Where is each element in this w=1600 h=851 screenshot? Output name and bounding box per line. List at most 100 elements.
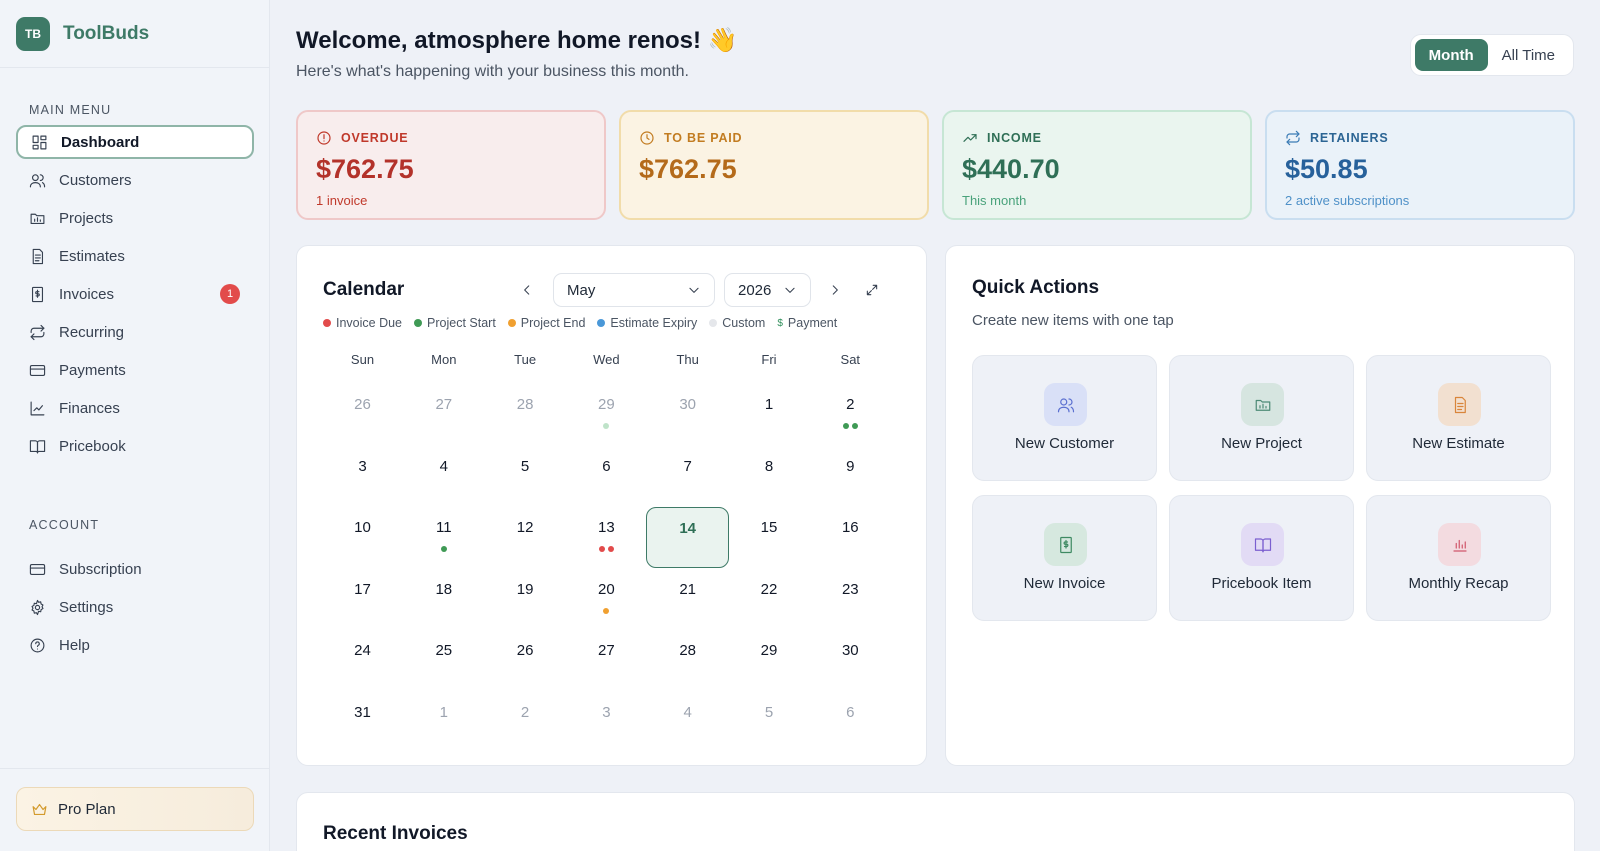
- quick-action-new-invoice[interactable]: New Invoice: [972, 495, 1157, 621]
- calendar-day[interactable]: 30: [809, 630, 892, 690]
- day-number: 3: [602, 703, 611, 721]
- calendar-day[interactable]: 6: [565, 446, 648, 506]
- sidebar-item-label: Payments: [59, 361, 126, 379]
- calendar-day[interactable]: 17: [321, 569, 404, 629]
- calendar-day[interactable]: 29: [565, 384, 648, 444]
- legend-item: Project Start: [414, 316, 496, 330]
- calendar-day[interactable]: 26: [484, 630, 567, 690]
- calendar-day[interactable]: 8: [728, 446, 811, 506]
- book-icon: [29, 439, 46, 453]
- prev-month-button[interactable]: [510, 273, 544, 307]
- quick-action-monthly-recap[interactable]: Monthly Recap: [1366, 495, 1551, 621]
- calendar-day[interactable]: 15: [728, 507, 811, 567]
- weekday-label: Sun: [350, 352, 375, 367]
- calendar-day[interactable]: 29: [728, 630, 811, 690]
- calendar-day[interactable]: 7: [646, 446, 729, 506]
- calendar-day[interactable]: 23: [809, 569, 892, 629]
- sidebar-item-help[interactable]: Help: [16, 628, 254, 662]
- sidebar-item-projects[interactable]: Projects: [16, 201, 254, 235]
- sidebar-item-invoices[interactable]: Invoices 1: [16, 277, 254, 311]
- quick-action-label: New Project: [1221, 435, 1302, 452]
- quick-actions-title: Quick Actions: [972, 277, 1100, 298]
- month-select[interactable]: May: [553, 273, 715, 307]
- year-select[interactable]: 2026: [724, 273, 811, 307]
- sidebar-item-subscription[interactable]: Subscription: [16, 552, 254, 586]
- day-number: 5: [764, 703, 774, 721]
- calendar-day[interactable]: 13: [565, 507, 648, 567]
- stat-card-to-be-paid[interactable]: TO BE PAID $762.75: [619, 110, 929, 220]
- toggle-month[interactable]: Month: [1414, 39, 1488, 71]
- expand-button[interactable]: [855, 273, 889, 307]
- day-number: 22: [760, 580, 778, 598]
- calendar-day[interactable]: 25: [402, 630, 485, 690]
- day-number: 8: [764, 457, 774, 475]
- sidebar-item-pricebook[interactable]: Pricebook: [16, 429, 254, 463]
- day-number: 1: [439, 703, 448, 721]
- day-number: 4: [439, 457, 448, 475]
- calendar-day[interactable]: 1: [402, 692, 485, 752]
- calendar-day[interactable]: 28: [646, 630, 729, 690]
- quick-action-new-customer[interactable]: New Customer: [972, 355, 1157, 481]
- quick-action-new-project[interactable]: New Project: [1169, 355, 1354, 481]
- calendar-day[interactable]: 31: [321, 692, 404, 752]
- quick-action-icon-box: [1438, 383, 1481, 426]
- sidebar-item-estimates[interactable]: Estimates: [16, 239, 254, 273]
- calendar-day[interactable]: 4: [646, 692, 729, 752]
- bar-chart-icon: [1452, 539, 1467, 552]
- toggle-all-time[interactable]: All Time: [1488, 39, 1569, 71]
- calendar-day[interactable]: 3: [565, 692, 648, 752]
- calendar-day-today[interactable]: 14: [646, 507, 730, 568]
- calendar-day[interactable]: 19: [484, 569, 567, 629]
- legend-marker: [709, 319, 718, 327]
- pro-plan-button[interactable]: Pro Plan: [16, 787, 254, 831]
- calendar-day[interactable]: 5: [484, 446, 567, 506]
- sidebar-item-label: Settings: [59, 598, 114, 616]
- calendar-day[interactable]: 18: [402, 569, 485, 629]
- calendar-day[interactable]: 2: [809, 384, 892, 444]
- users-icon: [29, 173, 46, 187]
- calendar-day[interactable]: 22: [728, 569, 811, 629]
- calendar-day[interactable]: 4: [402, 446, 485, 506]
- stat-card-retainers[interactable]: RETAINERS $50.85 2 active subscriptions: [1265, 110, 1575, 220]
- stat-card-overdue[interactable]: OVERDUE $762.75 1 invoice: [296, 110, 606, 220]
- sidebar-item-settings[interactable]: Settings: [16, 590, 254, 624]
- invoice-icon: [1059, 536, 1072, 553]
- calendar-day[interactable]: 16: [809, 507, 892, 567]
- calendar-day[interactable]: 20: [565, 569, 648, 629]
- sidebar-item-payments[interactable]: Payments: [16, 353, 254, 387]
- calendar-day[interactable]: 2: [484, 692, 567, 752]
- calendar-day[interactable]: 27: [402, 384, 485, 444]
- sidebar-item-label: Help: [59, 636, 90, 654]
- year-value: 2026: [738, 281, 772, 299]
- calendar-day[interactable]: 5: [728, 692, 811, 752]
- calendar-day[interactable]: 27: [565, 630, 648, 690]
- stat-card-income[interactable]: INCOME $440.70 This month: [942, 110, 1252, 220]
- calendar-day[interactable]: 30: [646, 384, 729, 444]
- legend-marker: $: [777, 317, 783, 329]
- sidebar-item-finances[interactable]: Finances: [16, 391, 254, 425]
- day-number: 26: [354, 396, 371, 413]
- calendar-day[interactable]: 12: [484, 507, 567, 567]
- main-nav: Dashboard Customers Projects Estimates I…: [16, 125, 254, 467]
- calendar-day[interactable]: 21: [646, 569, 729, 629]
- calendar-day[interactable]: 1: [728, 384, 811, 444]
- quick-action-pricebook-item[interactable]: Pricebook Item: [1169, 495, 1354, 621]
- legend-marker: [323, 319, 331, 327]
- calendar-day[interactable]: 3: [321, 446, 404, 506]
- sidebar-item-recurring[interactable]: Recurring: [16, 315, 254, 349]
- next-month-button[interactable]: [818, 273, 852, 307]
- sidebar-item-label: Projects: [59, 209, 114, 227]
- calendar-day[interactable]: 28: [484, 384, 567, 444]
- calendar-day[interactable]: 6: [809, 692, 892, 752]
- legend-item: Custom: [709, 316, 765, 330]
- brand[interactable]: TB ToolBuds: [0, 0, 269, 68]
- calendar-day[interactable]: 26: [321, 384, 404, 444]
- calendar-day[interactable]: 10: [321, 507, 404, 567]
- quick-action-label: New Customer: [1014, 435, 1115, 452]
- calendar-day[interactable]: 9: [809, 446, 892, 506]
- sidebar-item-dashboard[interactable]: Dashboard: [16, 125, 254, 159]
- calendar-day[interactable]: 11: [402, 507, 485, 567]
- calendar-day[interactable]: 24: [321, 630, 404, 690]
- sidebar-item-customers[interactable]: Customers: [16, 163, 254, 197]
- quick-action-new-estimate[interactable]: New Estimate: [1366, 355, 1551, 481]
